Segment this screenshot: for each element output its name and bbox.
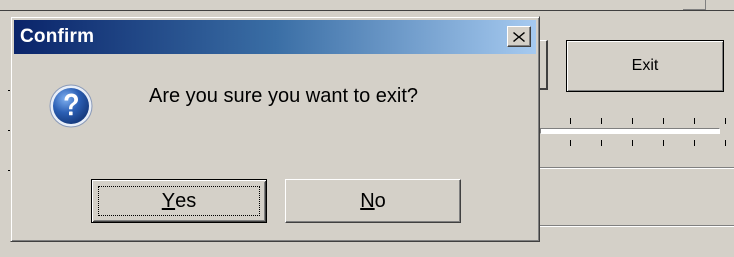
- parent-window-corner: [683, 0, 706, 10]
- slider-track[interactable]: [540, 128, 720, 134]
- exit-button[interactable]: Exit: [566, 40, 724, 92]
- dialog-titlebar[interactable]: Confirm: [14, 20, 536, 54]
- confirm-dialog: Confirm Are you sure you want to exit? Y…: [10, 16, 540, 242]
- yes-button[interactable]: Yes: [91, 179, 267, 223]
- confirm-message: Are you sure you want to exit?: [149, 85, 419, 107]
- no-mnemonic: N: [360, 189, 375, 212]
- question-icon: [47, 81, 95, 129]
- separator-line: [540, 167, 734, 169]
- trackbar-slider[interactable]: [540, 110, 734, 150]
- close-icon: [513, 31, 525, 42]
- close-button[interactable]: [507, 26, 531, 47]
- no-button[interactable]: No: [285, 179, 461, 223]
- slider-ticks-top: [570, 118, 734, 124]
- dialog-title: Confirm: [20, 26, 95, 47]
- yes-mnemonic: Y: [161, 189, 176, 212]
- slider-ticks-bottom: [570, 140, 734, 146]
- yes-label-rest: es: [175, 189, 197, 212]
- no-label-rest: o: [374, 189, 386, 212]
- separator-line: [540, 225, 734, 227]
- parent-window-border: [0, 10, 734, 11]
